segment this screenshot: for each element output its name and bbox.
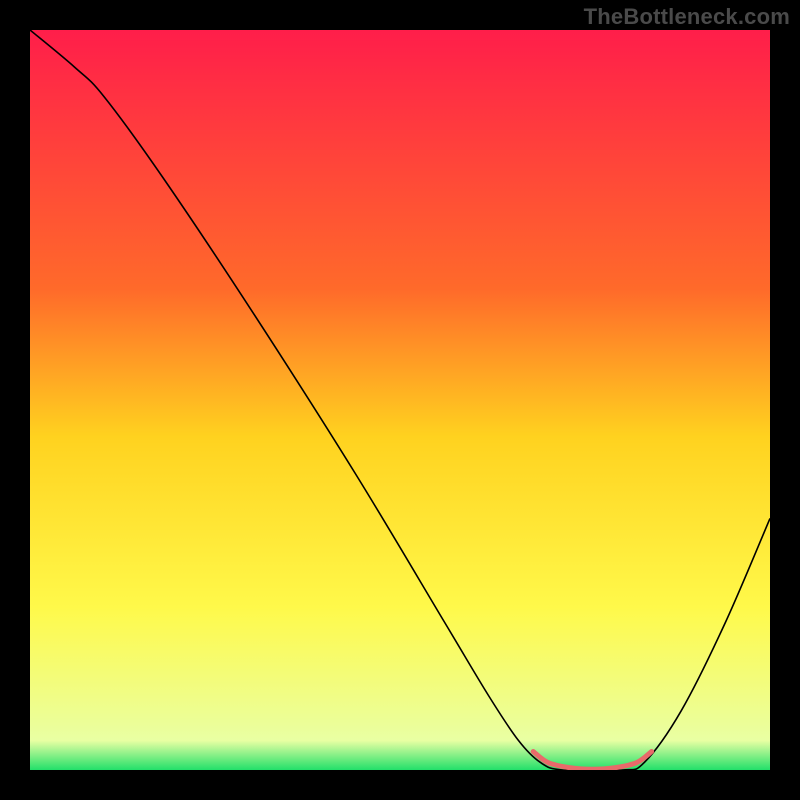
plot-area xyxy=(30,30,770,770)
chart-frame: TheBottleneck.com xyxy=(0,0,800,800)
watermark-label: TheBottleneck.com xyxy=(584,4,790,30)
chart-svg xyxy=(30,30,770,770)
gradient-background xyxy=(30,30,770,770)
